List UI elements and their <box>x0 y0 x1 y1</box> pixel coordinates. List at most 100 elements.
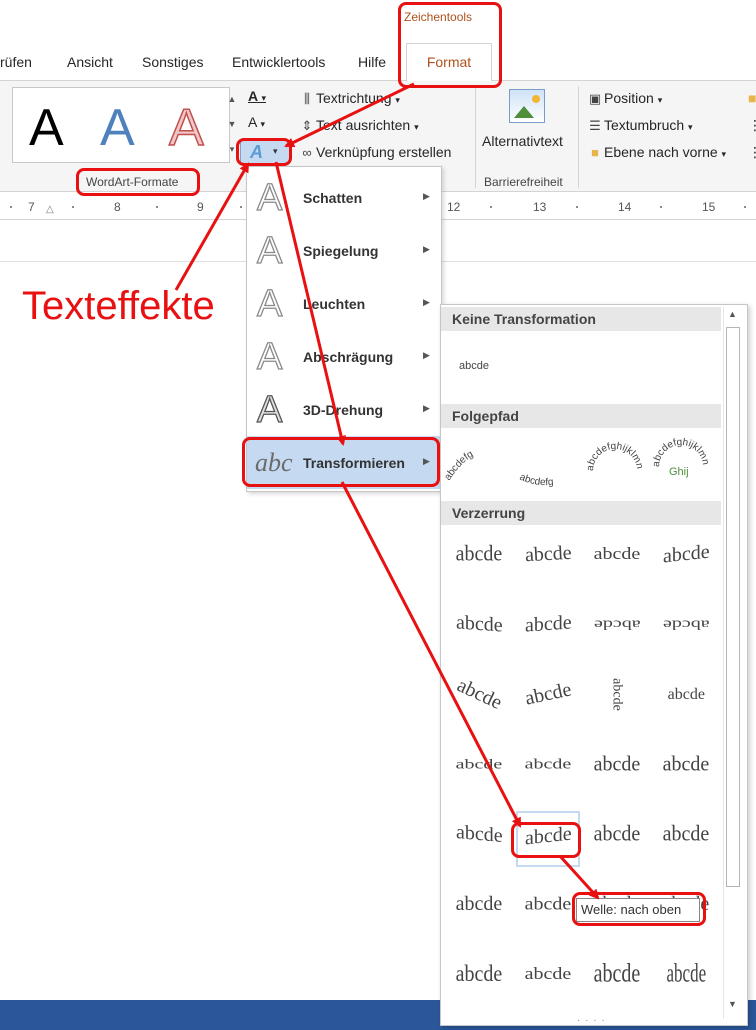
transform-option[interactable]: abcde <box>447 671 511 727</box>
transform-option[interactable]: abcde <box>516 601 580 657</box>
gallery-scrollbar[interactable]: ▲ ▼ <box>723 307 743 1019</box>
scroll-up-icon[interactable]: ▲ <box>728 309 737 319</box>
align-text-button[interactable]: ⇕ Text ausrichten ▾ <box>298 117 419 134</box>
wordart-style-blue[interactable]: A <box>100 98 135 158</box>
transform-option[interactable]: abcde <box>516 531 580 587</box>
text-direction-button[interactable]: ⫼ Textrichtung ▾ <box>298 90 400 107</box>
transform-option[interactable]: abcde <box>516 951 580 1007</box>
transform-option-label: abcde <box>524 755 572 773</box>
annotation-box-transformieren <box>242 437 440 487</box>
transform-option-label: abcde <box>609 678 626 711</box>
gallery-scroll-up-icon[interactable]: ▲ <box>222 87 242 112</box>
transform-option[interactable]: abcde <box>654 741 718 797</box>
ruler-number: 12 <box>447 200 461 214</box>
text-outline-icon[interactable]: A ▾ <box>248 114 265 130</box>
transform-option[interactable]: abcde <box>654 671 718 727</box>
menu-item-label: Leuchten <box>303 296 366 312</box>
transform-option-label: abcde <box>524 611 572 637</box>
menu-item-label: 3D-Drehung <box>303 402 384 418</box>
scrollbar-thumb[interactable] <box>726 327 740 887</box>
3d-rotation-icon: A <box>256 388 283 431</box>
transform-option-label: abcde <box>524 894 572 914</box>
transform-option[interactable]: abcde <box>447 741 511 797</box>
transform-option-none[interactable]: abcde <box>459 360 489 372</box>
transform-option-label: abcde <box>522 678 573 710</box>
ruler-number: 15 <box>702 200 716 214</box>
resize-grip-icon[interactable]: · · · · <box>577 1015 606 1026</box>
menu-item-label: Spiegelung <box>303 243 379 259</box>
transform-option[interactable]: abcde <box>447 601 511 657</box>
transform-option[interactable]: abcde <box>654 951 718 1007</box>
alt-text-icon[interactable] <box>509 89 545 123</box>
transform-option[interactable]: abcde <box>447 811 511 867</box>
follow-path-inner-text: Ghij <box>669 466 689 478</box>
transform-option[interactable]: abcde <box>585 741 649 797</box>
section-header-verzerrung: Verzerrung <box>441 501 721 525</box>
wordart-style-black[interactable]: A <box>29 98 64 158</box>
menu-item-leuchten[interactable]: A Leuchten ▶ <box>247 277 441 330</box>
transform-option[interactable]: abcde <box>654 531 718 587</box>
transform-option-label: abcde <box>524 964 572 984</box>
transform-option-label: abcde <box>593 544 641 564</box>
position-button[interactable]: ▣ Position ▾ <box>586 90 662 107</box>
annotation-box-text-effects <box>236 138 292 166</box>
tab-hilfe[interactable]: Hilfe <box>358 54 386 70</box>
ruler-indent-marker-icon[interactable]: △ <box>46 204 54 215</box>
tab-sonstiges[interactable]: Sonstiges <box>142 54 203 70</box>
transform-option-label: abcde <box>455 611 503 637</box>
follow-path-option[interactable]: abcdefg <box>442 449 475 483</box>
follow-path-option[interactable]: abcdefghijklmno <box>441 431 711 467</box>
menu-item-abschraegung[interactable]: A Abschrägung ▶ <box>247 330 441 383</box>
position-icon: ▣ <box>588 91 602 106</box>
transform-option-label: abcde <box>662 540 710 568</box>
menu-item-3d-drehung[interactable]: A 3D-Drehung ▶ <box>247 383 441 436</box>
transform-option[interactable]: abcde <box>585 951 649 1007</box>
transform-option[interactable]: abcde <box>654 811 718 867</box>
follow-path-options[interactable]: abcdefgabcdefgabcdefghijklmnoabcdefghijk… <box>441 431 721 501</box>
transform-option[interactable]: abcde <box>447 531 511 587</box>
rotate-icon[interactable]: ⋮ <box>748 144 756 161</box>
text-fill-icon[interactable]: A ▾ <box>248 88 266 104</box>
menu-item-label: Abschrägung <box>303 349 394 365</box>
link-icon: ∞ <box>302 145 312 160</box>
transform-option[interactable]: abcde <box>516 741 580 797</box>
chevron-right-icon: ▶ <box>423 191 430 201</box>
transform-option-label: abcde <box>593 752 641 776</box>
tab-pruefen[interactable]: rüfen <box>0 54 32 70</box>
group-icon[interactable]: ⋮ <box>748 117 756 134</box>
follow-path-option[interactable]: abcdefghijklmno <box>441 431 645 471</box>
accessibility-group-label: Barrierefreiheit <box>484 175 563 189</box>
create-link-button[interactable]: ∞ Verknüpfung erstellen <box>298 144 451 160</box>
transform-option[interactable]: abcde <box>447 951 511 1007</box>
tab-ansicht[interactable]: Ansicht <box>67 54 113 70</box>
transform-option[interactable]: abcde <box>516 881 580 937</box>
wordart-style-red-outline[interactable]: A <box>168 98 204 158</box>
transform-option[interactable]: abcde <box>585 531 649 587</box>
follow-path-option[interactable]: abcdefg <box>518 472 554 489</box>
chevron-right-icon: ▶ <box>423 403 430 413</box>
group-divider <box>578 86 579 188</box>
transform-option-label: abcde <box>662 617 710 633</box>
wrap-text-icon: ☰ <box>589 118 601 133</box>
group-divider <box>475 86 476 188</box>
menu-item-schatten[interactable]: A Schatten ▶ <box>247 171 441 224</box>
text-direction-label: Textrichtung <box>316 90 392 106</box>
text-direction-icon: ⫼ <box>304 91 310 106</box>
transform-option[interactable]: abcde <box>654 601 718 657</box>
transform-option[interactable]: abcde <box>585 601 649 657</box>
menu-item-spiegelung[interactable]: A Spiegelung ▶ <box>247 224 441 277</box>
transform-option-label: abcde <box>455 820 503 848</box>
transform-option[interactable]: abcde <box>585 811 649 867</box>
align-icon[interactable]: ■ <box>748 90 756 106</box>
transform-option[interactable]: abcde <box>516 671 580 727</box>
ribbon-header <box>0 0 756 84</box>
bring-forward-button[interactable]: ■ Ebene nach vorne ▾ <box>586 144 726 160</box>
gallery-scroll-down-icon[interactable]: ▼ <box>222 112 242 137</box>
wrap-text-button[interactable]: ☰ Textumbruch ▾ <box>586 117 692 134</box>
transform-option[interactable]: abcde <box>585 671 649 727</box>
alt-text-button[interactable]: Alternativtext <box>482 133 563 149</box>
transform-option[interactable]: abcde <box>447 881 511 937</box>
wordart-gallery[interactable]: A A A <box>12 87 230 163</box>
tab-entwicklertools[interactable]: Entwicklertools <box>232 54 325 70</box>
scroll-down-icon[interactable]: ▼ <box>728 999 737 1009</box>
